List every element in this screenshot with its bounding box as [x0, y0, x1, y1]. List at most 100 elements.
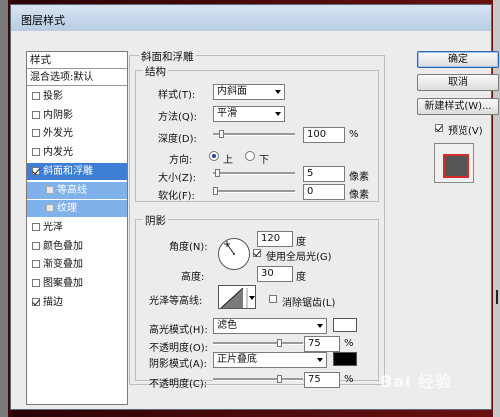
style-item-label: 图案叠加 — [43, 278, 83, 289]
style-item[interactable]: 光泽 — [27, 219, 127, 236]
style-item-checkbox[interactable] — [32, 166, 40, 175]
highlight-color-swatch[interactable] — [333, 318, 357, 332]
slider-thumb[interactable] — [215, 169, 220, 177]
technique-select[interactable]: 平滑 — [213, 106, 285, 122]
direction-down-label: 下 — [259, 155, 269, 166]
antialias-label: 消除锯齿(L) — [282, 298, 336, 309]
size-slider[interactable] — [213, 169, 295, 178]
shading-title: 阴影 — [143, 213, 168, 228]
ok-button[interactable]: 确定 — [417, 51, 499, 68]
styles-list: 样式 混合选项:默认 投影内阴影外发光内发光斜面和浮雕等高线纹理光泽颜色叠加渐变… — [26, 51, 128, 405]
style-item[interactable]: 等高线 — [27, 181, 127, 199]
highlight-mode-value: 滤色 — [217, 320, 237, 331]
depth-input[interactable]: 100 — [303, 127, 345, 143]
slider-thumb[interactable] — [277, 339, 282, 347]
direction-up-label: 上 — [223, 155, 233, 166]
canvas-edge — [0, 0, 8, 417]
slider-thumb[interactable] — [213, 187, 218, 195]
slider-thumb[interactable] — [219, 130, 224, 138]
style-item-label: 投影 — [43, 91, 63, 102]
style-item-checkbox[interactable] — [46, 204, 54, 213]
shadow-opacity-input[interactable]: 75 — [304, 372, 340, 388]
style-item[interactable]: 渐变叠加 — [27, 256, 127, 273]
gloss-contour-picker[interactable] — [218, 285, 256, 309]
style-item-checkbox[interactable] — [32, 297, 40, 306]
chevron-down-icon — [317, 324, 323, 328]
global-light-label: 使用全局光(G) — [266, 252, 332, 263]
antialias-checkbox[interactable] — [269, 295, 277, 303]
angle-crosshair-icon — [224, 241, 235, 255]
style-item-label: 内发光 — [43, 147, 73, 159]
preview-thumbnail — [443, 154, 469, 178]
style-select-value: 内斜面 — [217, 86, 247, 97]
slider-thumb[interactable] — [277, 375, 282, 383]
style-item-checkbox[interactable] — [32, 260, 40, 269]
style-item-label: 渐变叠加 — [43, 259, 83, 271]
size-input[interactable]: 5 — [303, 166, 345, 182]
soften-label: 软化(F): — [158, 191, 195, 202]
style-item-checkbox[interactable] — [32, 148, 40, 157]
direction-up-radio[interactable] — [209, 151, 219, 161]
style-item[interactable]: 颜色叠加 — [27, 238, 127, 255]
angle-label: 角度(N): — [169, 242, 208, 253]
structure-title: 结构 — [143, 64, 168, 79]
style-item[interactable]: 外发光 — [27, 125, 127, 142]
slider-track — [213, 342, 303, 345]
style-select[interactable]: 内斜面 — [213, 84, 285, 100]
style-item-checkbox[interactable] — [32, 92, 40, 100]
preview-checkbox[interactable] — [435, 124, 443, 132]
highlight-opacity-input[interactable]: 75 — [304, 336, 340, 352]
style-item-label: 纹理 — [57, 203, 77, 215]
style-item-checkbox[interactable] — [32, 222, 40, 231]
shadow-opacity-unit: % — [344, 374, 354, 385]
angle-input[interactable]: 120 — [257, 231, 293, 247]
highlight-mode-select[interactable]: 滤色 — [213, 318, 327, 334]
angle-dial[interactable] — [218, 238, 250, 270]
style-item[interactable]: 斜面和浮雕 — [27, 162, 127, 180]
style-item[interactable]: 纹理 — [27, 200, 127, 218]
style-item[interactable]: 内发光 — [27, 144, 127, 161]
global-light-checkbox[interactable] — [253, 249, 261, 257]
style-item[interactable]: 图案叠加 — [27, 275, 127, 292]
blending-options[interactable]: 混合选项:默认 — [27, 69, 127, 86]
styles-header[interactable]: 样式 — [27, 52, 127, 69]
slider-track — [213, 190, 295, 193]
chevron-down-icon — [317, 358, 323, 362]
style-item-checkbox[interactable] — [46, 185, 54, 194]
style-item-checkbox[interactable] — [32, 279, 40, 287]
altitude-input[interactable]: 30 — [257, 266, 293, 282]
highlight-opacity-slider[interactable] — [213, 339, 303, 348]
style-item[interactable]: 投影 — [27, 88, 127, 105]
technique-label: 方法(Q): — [158, 112, 198, 123]
style-item-checkbox[interactable] — [32, 129, 40, 138]
shadow-mode-select[interactable]: 正片叠底 — [213, 352, 327, 368]
new-style-button[interactable]: 新建样式(W)... — [417, 98, 499, 115]
style-item-label: 内阴影 — [43, 109, 73, 121]
slider-track — [213, 133, 295, 136]
layer-style-dialog: 图层样式 样式 混合选项:默认 投影内阴影外发光内发光斜面和浮雕等高线纹理光泽颜… — [10, 4, 499, 410]
style-item-label: 颜色叠加 — [43, 240, 83, 252]
size-unit: 像素 — [349, 172, 369, 183]
soften-unit: 像素 — [349, 190, 369, 201]
technique-select-value: 平滑 — [217, 108, 237, 119]
depth-label: 深度(D): — [158, 134, 197, 145]
style-item[interactable]: 内阴影 — [27, 107, 127, 124]
title-bar[interactable]: 图层样式 — [11, 5, 491, 31]
dialog-title: 图层样式 — [21, 14, 65, 27]
preview-label: 预览(V) — [448, 126, 483, 137]
style-item-checkbox[interactable] — [32, 110, 40, 119]
depth-unit: % — [349, 129, 359, 140]
style-item[interactable]: 描边 — [27, 294, 127, 311]
chevron-down-icon — [275, 90, 281, 94]
shadow-opacity-slider[interactable] — [213, 375, 303, 384]
style-item-checkbox[interactable] — [32, 241, 40, 250]
soften-slider[interactable] — [213, 187, 295, 196]
shadow-opacity-label: 不透明度(C): — [149, 379, 208, 390]
shadow-color-swatch[interactable] — [333, 352, 357, 366]
cancel-button[interactable]: 取消 — [417, 74, 499, 91]
style-item-label: 等高线 — [57, 184, 87, 196]
depth-slider[interactable] — [213, 130, 295, 139]
soften-input[interactable]: 0 — [303, 184, 345, 200]
direction-down-radio[interactable] — [245, 151, 255, 161]
style-preview — [434, 143, 474, 183]
